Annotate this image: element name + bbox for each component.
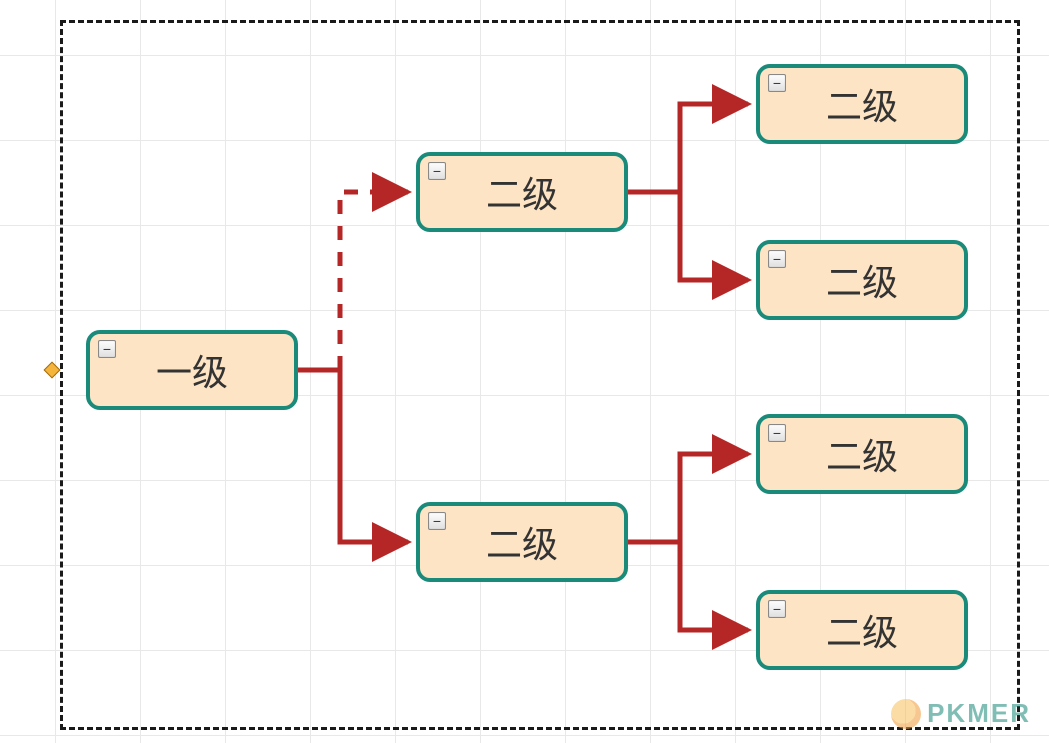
collapse-icon[interactable]: − [768,600,786,618]
watermark-logo-icon [891,699,921,729]
node-level2-upper[interactable]: − 二级 [416,152,628,232]
collapse-icon[interactable]: − [768,250,786,268]
node-level3-d[interactable]: − 二级 [756,590,968,670]
node-label: 二级 [826,254,898,306]
watermark: PKMER [891,698,1031,729]
node-label: 二级 [486,516,558,568]
node-level3-a[interactable]: − 二级 [756,64,968,144]
node-label: 二级 [486,166,558,218]
collapse-icon[interactable]: − [428,162,446,180]
collapse-icon[interactable]: − [768,74,786,92]
collapse-icon[interactable]: − [768,424,786,442]
watermark-text: PKMER [927,698,1031,729]
collapse-icon[interactable]: − [98,340,116,358]
node-label: 二级 [826,428,898,480]
node-level3-c[interactable]: − 二级 [756,414,968,494]
node-label: 二级 [826,604,898,656]
collapse-icon[interactable]: − [428,512,446,530]
node-level2-lower[interactable]: − 二级 [416,502,628,582]
node-level3-b[interactable]: − 二级 [756,240,968,320]
node-label: 一级 [156,344,228,396]
node-label: 二级 [826,78,898,130]
node-level1[interactable]: − 一级 [86,330,298,410]
